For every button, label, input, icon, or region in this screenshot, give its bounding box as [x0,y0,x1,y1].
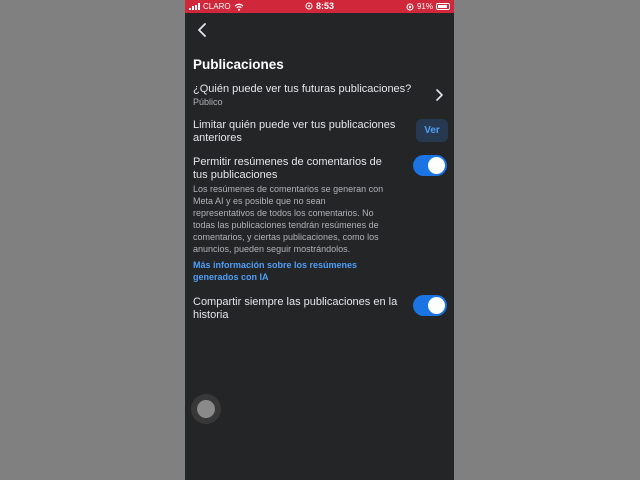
more-info-link[interactable]: Más información sobre los resúmenes gene… [193,259,393,283]
assistive-touch-button[interactable] [191,394,221,424]
page-title: Publicaciones [193,57,284,72]
back-chevron-icon[interactable] [193,20,213,40]
chevron-right-icon[interactable] [434,88,444,102]
alarm-icon [305,2,313,10]
status-right: 91% [406,2,450,11]
battery-percent: 91% [416,2,433,11]
description-line: todas las publicaciones tendrán resúmene… [193,220,379,230]
battery-icon [436,3,450,10]
description-line: representativos de todos los comentarios… [193,208,374,218]
comment-summaries-toggle[interactable] [413,155,447,176]
more-info-link-line2: generados con IA [193,272,269,282]
assistive-touch-inner [197,400,215,418]
description-line: Los resúmenes de comentarios se generan … [193,184,384,194]
future-posts-label[interactable]: ¿Quién puede ver tus futuras publicacion… [193,83,411,96]
description-line: comentarios, y ciertas publicaciones, co… [193,232,379,242]
share-story-toggle[interactable] [413,295,447,316]
status-bar: CLARO 8:53 91% [185,0,454,13]
future-posts-value: Público [193,97,223,107]
toggle-knob [428,157,445,174]
description-line: anuncios, pueden seguir mostrándolos. [193,244,351,254]
comment-summaries-description: Los resúmenes de comentarios se generan … [193,183,408,255]
share-story-label-line1: Compartir siempre las publicaciones en l… [193,296,398,308]
phone-screen: CLARO 8:53 91% Publicaciones ¿Quién pued… [185,0,454,480]
share-story-label-line2: historia [193,309,229,321]
limit-past-label-line2: anteriores [193,132,242,144]
description-line: Meta AI y es posible que no sean [193,196,326,206]
comment-summaries-label-line1: Permitir resúmenes de comentarios de [193,156,382,168]
comment-summaries-label-line2: tus publicaciones [193,169,278,181]
more-info-link-line1: Más información sobre los resúmenes [193,260,358,270]
limit-past-label-line1: Limitar quién puede ver tus publicacione… [193,119,396,131]
status-time: 8:53 [315,1,334,11]
toggle-knob [428,297,445,314]
location-icon [406,3,414,10]
ver-button[interactable]: Ver [416,119,448,142]
